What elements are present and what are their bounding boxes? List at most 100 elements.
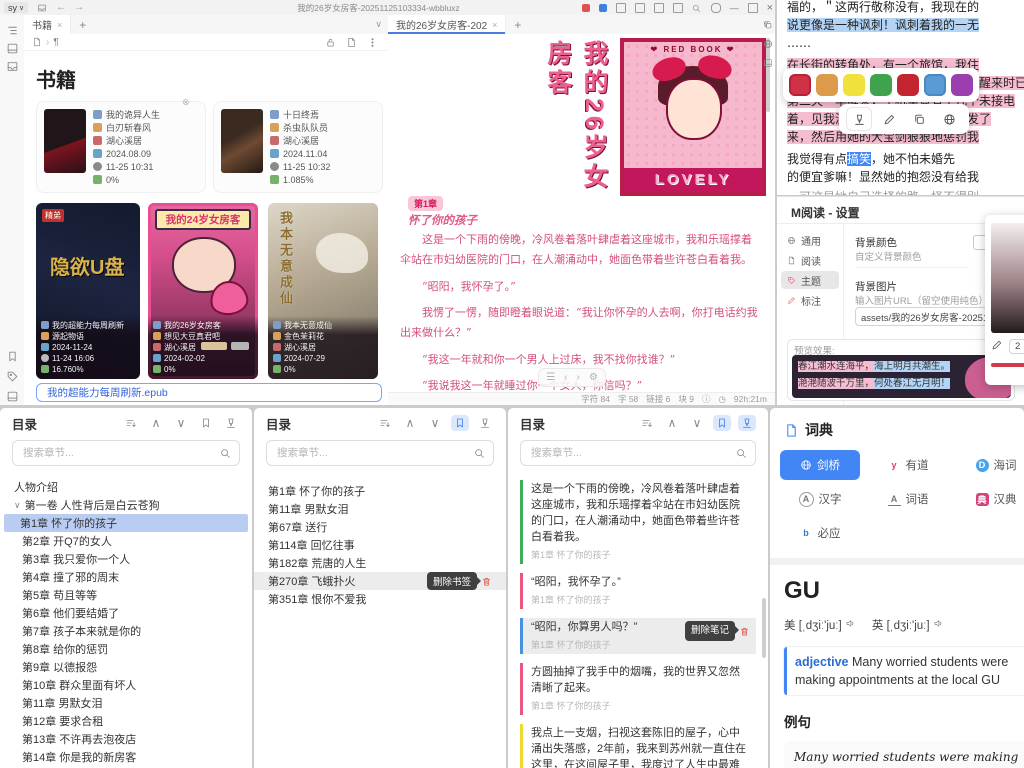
toc-float-icon[interactable]: ☰ [546,372,555,383]
collapse-up-icon[interactable]: ∧ [147,415,165,431]
settings-nav-theme[interactable]: 主题 [781,271,839,289]
highlighter-icon[interactable] [847,108,871,130]
book-cover[interactable]: 我的24岁女房客 我的26岁女房客 想见大豆真君吧 湖心溪居 2024-02-0… [148,203,258,379]
status-help-icon[interactable]: ⓘ [702,393,711,405]
tag-icon[interactable] [5,369,19,383]
tab-books[interactable]: 书籍× [24,15,71,34]
toc-item[interactable]: 第10章 群众里面有坏人 [0,676,252,694]
settings-nav-general[interactable]: 通用 [781,231,839,249]
toc-search-input[interactable] [275,446,468,460]
source-tab-hanzi[interactable]: A汉字 [780,484,860,514]
expand-down-icon[interactable]: ∨ [688,415,706,431]
cover-mini-button[interactable] [201,342,227,350]
bookmark-filter-icon[interactable] [451,415,469,431]
new-tab-button[interactable]: + [79,18,86,32]
toc-item-selected[interactable]: 第1章 怀了你的孩子 [4,514,248,532]
toc-item[interactable]: 第11章 男默女泪 [0,694,252,712]
toc-volume-item[interactable]: ∨第一卷 人性背后是白云苍狗 [0,496,252,514]
toc-search-input[interactable] [529,446,730,460]
toc-item[interactable]: 第14章 你是我的新房客 [0,748,252,766]
bookmark-filter-icon[interactable] [197,415,215,431]
sort-icon[interactable] [638,415,656,431]
annotation-card[interactable]: 我点上一支烟，扫视这套陈旧的屋子，心中涌出失落感，2年前，我来到苏州就一直住在这… [520,724,756,768]
source-tab-ciyu[interactable]: A词语 [868,484,948,514]
sync-cloud-icon[interactable] [36,2,48,13]
color-gradient-field[interactable] [991,223,1024,333]
share-icon[interactable] [763,20,773,30]
collapse-up-icon[interactable]: ∧ [663,415,681,431]
source-tab-youdao[interactable]: y有道 [868,450,948,480]
gallery-icon[interactable] [673,3,683,13]
toc-search-input[interactable] [21,446,214,460]
bookmark-item[interactable]: 第11章 男默女泪 [254,500,506,518]
sort-icon[interactable] [376,415,394,431]
text-selection[interactable]: 搞笑 [847,152,871,166]
toc-item[interactable]: 第12章 要求合租 [0,712,252,730]
bookmark-item-hovered[interactable]: 第270章 飞蛾扑火 删除书签 [254,572,506,590]
color-swatch-blue[interactable] [924,74,946,96]
search-icon[interactable] [736,448,747,459]
settings-nav-reading[interactable]: 阅读 [781,251,839,269]
book-card[interactable]: 我的诡异人生 白刃斩春风 湖心溪居 2024.08.09 11-25 10:31… [36,101,206,193]
outline-icon[interactable] [5,41,19,55]
toc-item[interactable]: 第4章 撞了邪的周末 [0,568,252,586]
annotation-card[interactable]: 这是一个下雨的傍晚，冷风卷着落叶肆虐着这座城市，我和乐瑶撑着伞站在市妇幼医院的门… [520,480,756,564]
blue-highlight[interactable]: 说更像是一种讽刺！讽刺着我的一无 [787,18,979,32]
trash-icon[interactable] [481,576,492,587]
bookmark-item[interactable]: 第351章 恨你不爱我 [254,590,506,608]
source-tab-cambridge[interactable]: 剑桥 [780,450,860,480]
minimize-button[interactable]: — [730,3,739,13]
copy-icon[interactable] [907,108,931,130]
globe-icon[interactable] [937,108,961,130]
inbox-icon[interactable] [5,59,19,73]
toc-item[interactable]: 第9章 以德报怨 [0,658,252,676]
annotation-card-hovered[interactable]: “昭阳，你算男人吗？” 删除笔记 第1章 怀了你的孩子 [520,618,756,654]
new-tab-button[interactable]: + [514,18,521,32]
expand-down-icon[interactable]: ∨ [426,415,444,431]
file-tree-icon[interactable] [5,23,19,37]
tab-close-icon[interactable]: × [57,20,62,30]
card-remove-icon[interactable]: ⊗ [182,97,190,108]
prev-page-icon[interactable]: ‹ [564,372,567,383]
tab-list-chevron[interactable]: ∨ [375,19,382,30]
reader-settings-icon[interactable]: ⚙ [589,372,598,383]
book-card[interactable]: 十日终焉 杀虫队队员 湖心溪居 2024.11.04 11-25 10:32 1… [213,101,383,193]
image-icon[interactable] [763,58,773,68]
bookmark-dock-icon[interactable] [5,349,19,363]
toc-item[interactable]: 第6章 他们要结婚了 [0,604,252,622]
search-icon[interactable] [692,4,702,13]
chevron-down-icon[interactable]: ∨ [14,500,21,511]
bookmark-item[interactable]: 第182章 荒唐的人生 [254,554,506,572]
panel-scrollbar[interactable] [762,598,766,658]
cover-mini-button[interactable] [231,342,249,350]
speaker-icon[interactable] [845,618,856,629]
toc-item[interactable]: 第8章 给你的惩罚 [0,640,252,658]
trash-icon[interactable] [739,626,750,637]
maximize-button[interactable] [748,3,758,13]
notification-blue-icon[interactable] [599,4,607,12]
color-swatch-purple[interactable] [951,74,973,96]
epub-link[interactable]: 我的超能力每周刷新.epub [36,383,382,402]
bookmark-item[interactable]: 第1章 怀了你的孩子 [254,482,506,500]
toc-item[interactable]: 第7章 孩子本来就是你的 [0,622,252,640]
collapse-up-icon[interactable]: ∧ [401,415,419,431]
annotation-card[interactable]: “昭阳，我怀孕了。”第1章 怀了你的孩子 [520,573,756,609]
tab-close-icon[interactable]: × [492,20,497,30]
highlight-filter-icon[interactable] [476,415,494,431]
nav-back-button[interactable]: ← [56,2,66,13]
settings-nav-annotation[interactable]: 标注 [781,291,839,309]
code-icon[interactable] [635,3,645,13]
bookmark-item[interactable]: 第67章 送行 [254,518,506,536]
color-hue-bar[interactable] [991,363,1024,367]
color-swatch-crimson[interactable] [897,74,919,96]
eyedropper-icon[interactable] [991,339,1003,351]
toc-item[interactable]: 第13章 不许再去泡夜店 [0,730,252,748]
bg-image-url-input[interactable] [855,307,1003,326]
color-swatch-red[interactable] [789,74,811,96]
notification-red-icon[interactable] [582,4,590,12]
toc-item[interactable]: 人物介绍 [0,478,252,496]
toc-item[interactable]: 第5章 苟且等等 [0,586,252,604]
tab-reader[interactable]: 我的26岁女房客-202× [388,15,506,34]
unlock-icon[interactable] [325,37,336,48]
source-tab-handian[interactable]: 典汉典 [956,484,1024,514]
